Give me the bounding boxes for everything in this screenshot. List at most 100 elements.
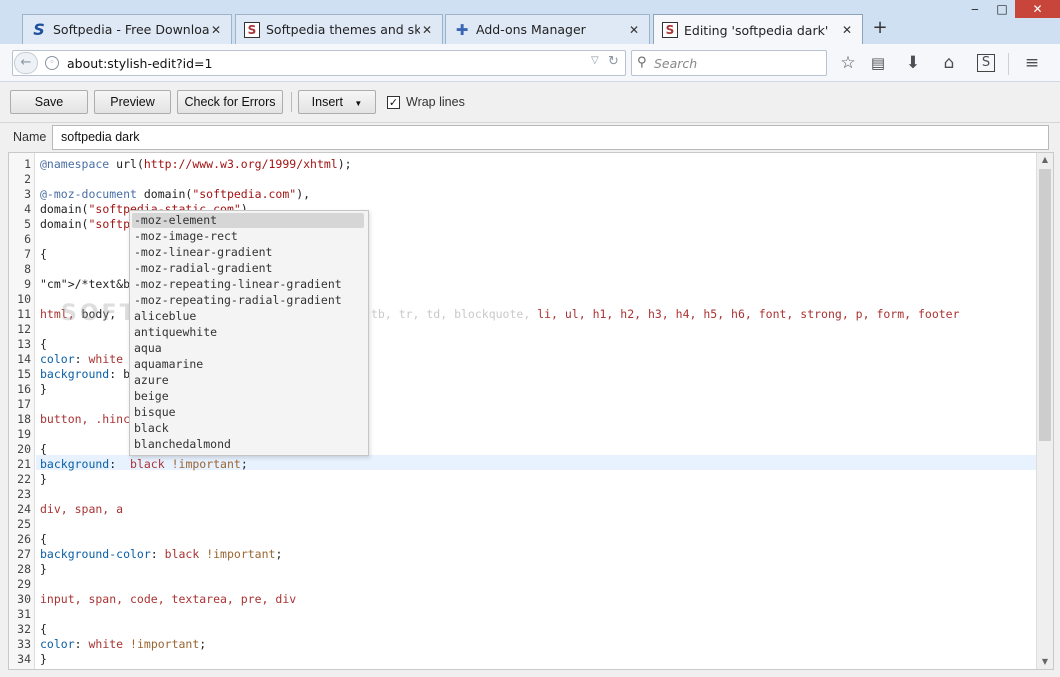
line-number: 5 [24, 217, 31, 231]
code-line[interactable]: @-moz-document domain("softpedia.com"), [40, 187, 310, 201]
autocomplete-option[interactable]: -moz-element [132, 213, 364, 228]
wrap-lines-checkbox[interactable]: ✓ [387, 96, 400, 109]
code-line[interactable]: { [40, 622, 47, 636]
minimize-button[interactable]: ‒ [961, 0, 989, 18]
code-line[interactable]: background: black !important; [40, 457, 248, 471]
close-window-button[interactable]: ✕ [1015, 0, 1060, 18]
code-line[interactable]: { [40, 442, 47, 456]
line-number: 21 [17, 457, 31, 471]
code-line[interactable]: color: white [40, 352, 123, 366]
autocomplete-option[interactable]: beige [132, 389, 364, 404]
autocomplete-option[interactable]: black [132, 421, 364, 436]
code-line[interactable]: } [40, 562, 47, 576]
save-button[interactable]: Save [10, 90, 88, 114]
close-icon[interactable]: ✕ [420, 23, 434, 37]
line-number: 11 [17, 307, 31, 321]
code-line[interactable]: div, span, a [40, 502, 123, 516]
tab-editing-softpedia-dark[interactable]: S Editing 'softpedia dark' ✕ [653, 14, 863, 45]
code-line[interactable]: { [40, 337, 47, 351]
line-number: 24 [17, 502, 31, 516]
autocomplete-option[interactable]: aqua [132, 341, 364, 356]
menu-hamburger-icon[interactable]: ≡ [1022, 53, 1042, 73]
name-label: Name [13, 130, 47, 144]
wrap-lines-label[interactable]: Wrap lines [406, 95, 465, 109]
puzzle-icon: ✚ [455, 20, 469, 39]
name-row: Name softpedia dark [0, 122, 1060, 152]
tab-softpedia-home[interactable]: S Softpedia - Free Download... ✕ [22, 14, 232, 44]
code-line[interactable]: } [40, 382, 47, 396]
code-line[interactable]: { [40, 247, 47, 261]
autocomplete-option[interactable]: -moz-image-rect [132, 229, 364, 244]
line-number: 12 [17, 322, 31, 336]
reload-icon[interactable]: ↻ [608, 54, 619, 69]
autocomplete-option[interactable]: -moz-repeating-radial-gradient [132, 293, 364, 308]
code-editor[interactable]: 1 2 3 4 5 6 7 8 9 10 11 12 13 14 15 16 17 18 19 20 21 22 23 24 2… [8, 152, 1054, 670]
autocomplete-option[interactable]: -moz-radial-gradient [132, 261, 364, 276]
code-line[interactable]: input, span, code, textarea, pre, div [40, 592, 296, 606]
line-number: 7 [24, 247, 31, 261]
stylish-s-icon[interactable]: S [977, 54, 995, 72]
close-icon[interactable]: ✕ [840, 23, 854, 37]
style-name-input[interactable]: softpedia dark [52, 125, 1049, 150]
line-number: 22 [17, 472, 31, 486]
autocomplete-option[interactable]: blanchedalmond [132, 437, 364, 452]
line-number: 16 [17, 382, 31, 396]
code-line[interactable]: button, .hinc [40, 412, 130, 426]
line-number: 3 [24, 187, 31, 201]
line-number: 19 [17, 427, 31, 441]
preview-button[interactable]: Preview [94, 90, 171, 114]
tab-softpedia-themes[interactable]: S Softpedia themes and skin... ✕ [235, 14, 443, 44]
bookmark-star-icon[interactable]: ☆ [838, 53, 858, 73]
line-number: 8 [24, 262, 31, 276]
code-line[interactable]: background: b [40, 367, 130, 381]
new-tab-button[interactable]: + [870, 17, 890, 39]
autocomplete-option[interactable]: aquamarine [132, 357, 364, 372]
autocomplete-option[interactable]: bisque [132, 405, 364, 420]
close-icon[interactable]: ✕ [209, 23, 223, 37]
line-number: 26 [17, 532, 31, 546]
maximize-button[interactable]: □ [989, 0, 1015, 18]
dropdown-triangle-icon[interactable]: ▽ [591, 55, 599, 66]
autocomplete-option[interactable]: -moz-repeating-linear-gradient [132, 277, 364, 292]
line-number: 33 [17, 637, 31, 651]
line-number: 10 [17, 292, 31, 306]
autocomplete-popup[interactable]: -moz-element -moz-image-rect -moz-linear-g… [129, 210, 369, 456]
line-number: 29 [17, 577, 31, 591]
check-for-errors-button[interactable]: Check for Errors [177, 90, 283, 114]
dropdown-arrow-icon: ▼ [354, 99, 363, 108]
reading-list-icon[interactable]: ▤ [868, 53, 888, 73]
url-bar[interactable]: ← ◦ about:stylish-edit?id=1 ▽ ↻ [12, 50, 626, 76]
code-line[interactable]: background-color: black !important; [40, 547, 282, 561]
line-number: 6 [24, 232, 31, 246]
editor-toolbar: Save Preview Check for Errors Insert ▼ ✓… [0, 82, 1060, 122]
back-arrow-icon[interactable]: ← [14, 52, 38, 74]
vertical-scrollbar[interactable]: ▲ ▼ [1036, 153, 1053, 669]
code-line[interactable]: } [40, 472, 47, 486]
code-line-continuation[interactable]: tb, tr, td, blockquote, li, ul, h1, h2, … [371, 307, 960, 321]
line-number: 4 [24, 202, 31, 216]
code-line[interactable]: color: white !important; [40, 637, 206, 651]
insert-dropdown-button[interactable]: Insert ▼ [298, 90, 376, 114]
download-arrow-icon[interactable]: ⬇ [903, 53, 923, 73]
search-input[interactable]: ⚲ Search [631, 50, 827, 76]
line-number: 13 [17, 337, 31, 351]
softpedia-s-icon: S [33, 20, 45, 39]
tab-addons-manager[interactable]: ✚ Add-ons Manager ✕ [445, 14, 650, 44]
home-icon[interactable]: ⌂ [939, 53, 959, 73]
line-number: 23 [17, 487, 31, 501]
code-line[interactable]: @namespace url(http://www.w3.org/1999/xh… [40, 157, 352, 171]
code-line[interactable]: { [40, 532, 47, 546]
autocomplete-option[interactable]: -moz-linear-gradient [132, 245, 364, 260]
tab-title: Softpedia - Free Download... [53, 22, 209, 37]
code-line[interactable]: } [40, 652, 47, 666]
scrollbar-thumb[interactable] [1039, 169, 1051, 441]
scroll-down-arrow-icon[interactable]: ▼ [1037, 655, 1053, 669]
code-line[interactable]: domain("softp [40, 217, 130, 231]
scroll-up-arrow-icon[interactable]: ▲ [1037, 153, 1053, 167]
toolbar-separator [291, 92, 292, 112]
autocomplete-option[interactable]: aliceblue [132, 309, 364, 324]
close-icon[interactable]: ✕ [627, 23, 641, 37]
autocomplete-option[interactable]: antiquewhite [132, 325, 364, 340]
url-text[interactable]: about:stylish-edit?id=1 [67, 56, 212, 71]
autocomplete-option[interactable]: azure [132, 373, 364, 388]
